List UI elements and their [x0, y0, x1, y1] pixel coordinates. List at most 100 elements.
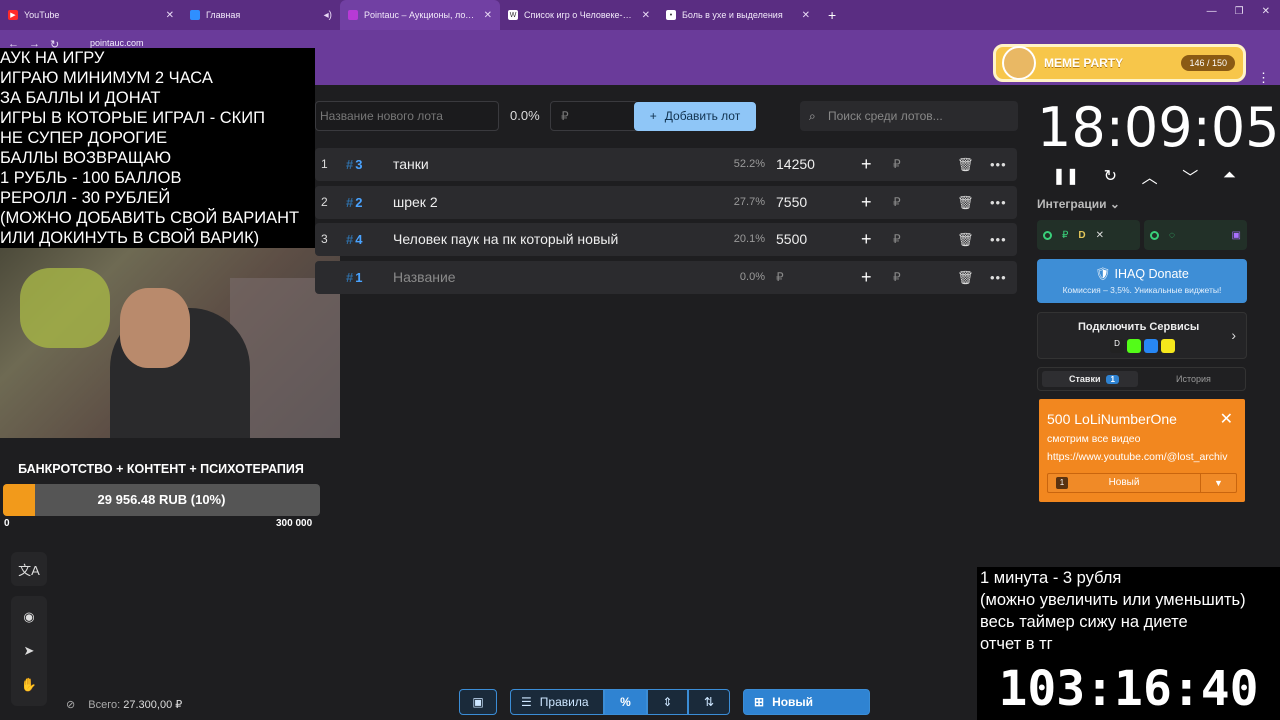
- url-field[interactable]: pointauc.com: [90, 38, 144, 48]
- trash-icon[interactable]: 🗑: [957, 261, 974, 294]
- window-controls: — ❐ ✕: [1207, 6, 1270, 17]
- lot-row: 2 #2 шрек 2 27.7% 7550 + ₽ 🗑 •••: [315, 185, 1017, 219]
- speaker-icon[interactable]: ◂): [324, 10, 332, 21]
- ihaq-donate-banner[interactable]: 🛡 IHAQ Donate Комиссия – 3,5%. Уникальны…: [1037, 259, 1247, 303]
- list-icon: ☰: [521, 695, 532, 709]
- integration-twitch[interactable]: ◌ ▣: [1144, 220, 1247, 250]
- pause-icon[interactable]: ❚❚: [1052, 166, 1079, 186]
- integrations-toggle[interactable]: Интеграции ⌄: [1037, 197, 1120, 211]
- bid-message: смотрим все видео: [1047, 433, 1141, 445]
- auction-toolbar: Название нового лота 0.0% ₽ + Добавить ло…: [315, 101, 1020, 131]
- more-icon[interactable]: •••: [990, 186, 1007, 219]
- trash-icon[interactable]: 🗑: [957, 186, 974, 219]
- percent-toggle[interactable]: %: [604, 689, 647, 715]
- maximize-icon[interactable]: ❐: [1235, 6, 1244, 17]
- site-icon: [190, 10, 200, 20]
- rub-input[interactable]: ₽: [893, 148, 901, 181]
- add-lot-button[interactable]: + Добавить лот: [634, 102, 756, 131]
- translate-icon[interactable]: 文A: [11, 552, 47, 586]
- kick-icon: [1127, 339, 1141, 353]
- telegram-icon[interactable]: ➤: [11, 634, 47, 668]
- lot-name-input[interactable]: Название: [393, 261, 456, 294]
- lot-id[interactable]: #2: [346, 186, 362, 219]
- connect-services-button[interactable]: Подключить Сервисы D ›: [1037, 312, 1247, 359]
- rub-input[interactable]: ₽: [893, 186, 901, 219]
- lot-amount[interactable]: 14250: [776, 148, 815, 181]
- integration-points[interactable]: ₽ D ✕: [1037, 220, 1140, 250]
- rules-button[interactable]: ☰ Правила: [510, 689, 604, 715]
- lot-name[interactable]: шрек 2: [393, 186, 438, 219]
- lot-amount-input[interactable]: ₽: [776, 261, 784, 294]
- more-menu-icon[interactable]: ⋮: [1257, 70, 1270, 86]
- rub-input[interactable]: ₽: [893, 223, 901, 256]
- bid-link[interactable]: https://www.youtube.com/@lost_archiv: [1047, 451, 1227, 463]
- sort-button[interactable]: ⇅: [688, 689, 730, 715]
- lot-percent: 20.1%: [733, 233, 765, 245]
- stream-timer-overlay: 1 минута - 3 рубля (можно увеличить или …: [977, 567, 1280, 720]
- lot-amount[interactable]: 7550: [776, 186, 807, 219]
- lot-percent: 27.7%: [733, 195, 765, 208]
- new-tab-button[interactable]: +: [818, 7, 846, 23]
- doge-icon: [1002, 46, 1036, 80]
- webcam-feed: [0, 248, 340, 438]
- add-amount-icon[interactable]: +: [861, 186, 872, 219]
- lot-percent: 0.0%: [739, 270, 765, 283]
- lot-search-input[interactable]: ⌕ Поиск среди лотов...: [800, 101, 1018, 131]
- more-icon[interactable]: •••: [990, 148, 1007, 181]
- lot-id[interactable]: #3: [346, 148, 362, 181]
- double-up-icon[interactable]: ⏶: [1223, 167, 1236, 185]
- github-icon[interactable]: ◉: [11, 600, 47, 634]
- close-icon[interactable]: ✕: [1220, 409, 1233, 429]
- close-icon[interactable]: ✕: [802, 10, 810, 21]
- close-icon[interactable]: ✕: [166, 10, 174, 21]
- more-icon[interactable]: •••: [990, 223, 1007, 256]
- hide-icon[interactable]: ⊘: [66, 699, 75, 711]
- bid-lot-select[interactable]: Новый 1 ▼: [1047, 473, 1237, 493]
- reset-icon[interactable]: ↻: [1104, 166, 1117, 186]
- lot-name[interactable]: танки: [393, 148, 429, 181]
- lot-amount[interactable]: 5500: [776, 223, 807, 256]
- da-icon: D: [1078, 229, 1086, 241]
- save-button[interactable]: ▣: [459, 689, 497, 715]
- more-icon[interactable]: •••: [990, 261, 1007, 294]
- close-icon[interactable]: ✕: [642, 10, 650, 21]
- add-amount-icon[interactable]: +: [861, 223, 872, 256]
- rub-input[interactable]: ₽: [893, 261, 901, 294]
- close-window-icon[interactable]: ✕: [1262, 6, 1270, 17]
- close-icon[interactable]: ✕: [484, 10, 492, 21]
- tab-spiderman-list[interactable]: W Список игр о Человеке-пауке… ✕: [500, 0, 658, 30]
- ihaq-icon: 🛡: [1095, 267, 1112, 281]
- sort-icon: ⇅: [703, 695, 715, 709]
- lot-row: 3 #4 Человек паук на пк который новый 20…: [315, 223, 1017, 256]
- tab-main[interactable]: Главная ◂): [182, 0, 340, 30]
- add-amount-icon[interactable]: +: [861, 261, 872, 294]
- compress-icon: ⇕: [662, 695, 673, 709]
- chevron-right-icon: ›: [1231, 327, 1236, 343]
- tab-bets[interactable]: Ставки 1: [1042, 371, 1138, 387]
- points-icon: ◌: [1169, 229, 1175, 241]
- new-lot-name-input[interactable]: Название нового лота: [315, 101, 499, 131]
- lot-name[interactable]: Человек паук на пк который новый: [393, 223, 618, 256]
- plus-icon: +: [649, 109, 657, 123]
- trash-icon[interactable]: 🗑: [957, 148, 974, 181]
- chevron-up-icon[interactable]: ︿: [1142, 164, 1158, 188]
- lot-id[interactable]: #1: [346, 261, 362, 294]
- tab-history[interactable]: История: [1176, 371, 1211, 387]
- minimize-icon[interactable]: —: [1207, 6, 1217, 17]
- new-lot-amount-input[interactable]: ₽: [550, 101, 638, 131]
- add-amount-icon[interactable]: +: [861, 148, 872, 181]
- vk-icon: [1144, 339, 1158, 353]
- pointauc-icon: [348, 10, 358, 20]
- lot-id[interactable]: #4: [346, 223, 362, 256]
- bid-author: 500 LoLiNumberOne: [1047, 411, 1177, 427]
- trash-icon[interactable]: 🗑: [957, 223, 974, 256]
- tab-ear-pain[interactable]: • Боль в ухе и выделения ✕: [658, 0, 818, 30]
- new-auction-button[interactable]: ⊞Новый аукцион: [743, 689, 870, 720]
- donate-hand-icon[interactable]: ✋: [11, 668, 47, 702]
- tab-pointauc[interactable]: Pointauc – Аукционы, лотереи… ✕: [340, 0, 500, 30]
- chevron-down-icon[interactable]: ▼: [1200, 474, 1236, 492]
- compress-button[interactable]: ⇕: [647, 689, 688, 715]
- chevron-down-icon[interactable]: ﹀: [1182, 164, 1198, 188]
- tab-youtube[interactable]: ▶ YouTube ✕: [0, 0, 182, 30]
- status-dot-icon: [1150, 230, 1159, 240]
